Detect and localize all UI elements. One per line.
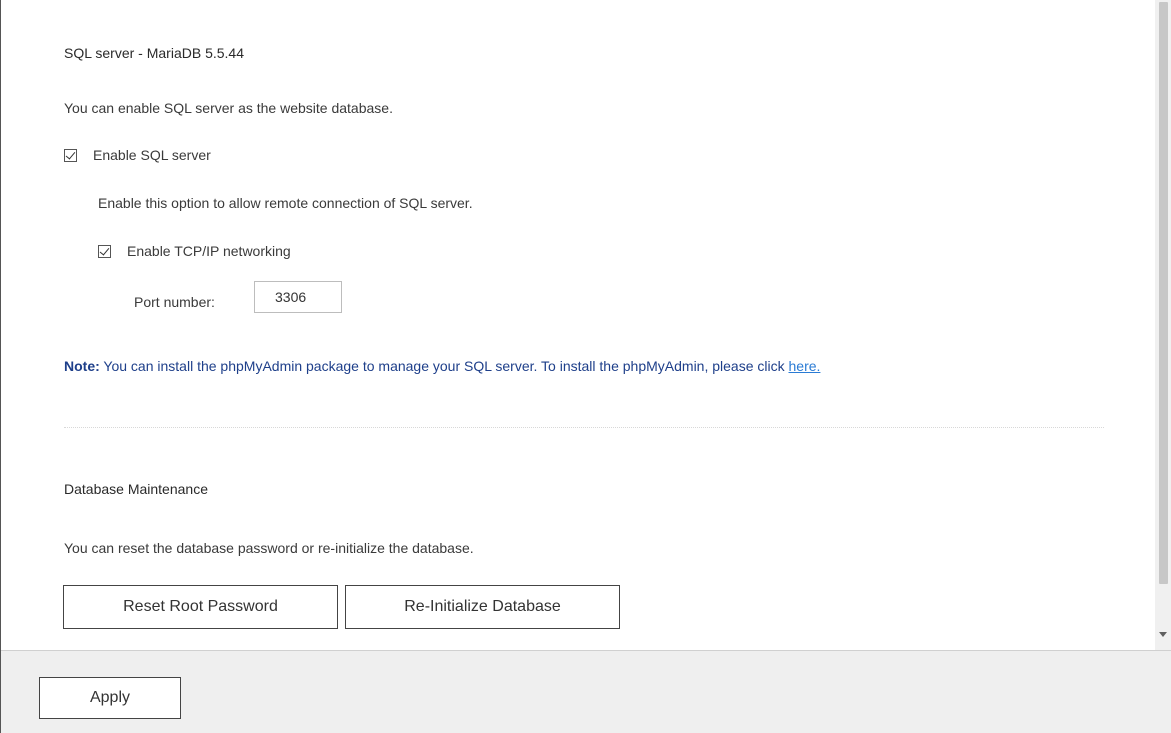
apply-button[interactable]: Apply xyxy=(39,677,181,719)
settings-content: SQL server - MariaDB 5.5.44 You can enab… xyxy=(2,0,1154,650)
scrollbar-thumb[interactable] xyxy=(1159,2,1168,584)
section-divider xyxy=(64,427,1104,428)
port-number-input[interactable] xyxy=(254,281,342,313)
enable-sql-server-checkbox[interactable] xyxy=(64,148,77,162)
settings-window: SQL server - MariaDB 5.5.44 You can enab… xyxy=(0,0,1171,733)
database-maintenance-title: Database Maintenance xyxy=(64,481,208,497)
sql-server-description: You can enable SQL server as the website… xyxy=(64,100,393,116)
note-text: You can install the phpMyAdmin package t… xyxy=(99,358,789,374)
phpmyadmin-note: Note: You can install the phpMyAdmin pac… xyxy=(64,358,820,374)
enable-sql-server-label[interactable]: Enable SQL server xyxy=(93,147,211,163)
note-prefix: Note: xyxy=(64,358,100,374)
reset-root-password-button[interactable]: Reset Root Password xyxy=(63,585,338,629)
reinitialize-database-button[interactable]: Re-Initialize Database xyxy=(345,585,620,629)
port-number-label: Port number: xyxy=(134,294,215,310)
database-maintenance-description: You can reset the database password or r… xyxy=(64,540,474,556)
vertical-scrollbar[interactable] xyxy=(1155,0,1171,650)
remote-connection-description: Enable this option to allow remote conne… xyxy=(98,195,473,211)
phpmyadmin-install-link[interactable]: here. xyxy=(789,358,821,374)
chevron-down-icon[interactable] xyxy=(1159,632,1167,637)
sql-server-title: SQL server - MariaDB 5.5.44 xyxy=(64,45,244,61)
enable-tcpip-checkbox[interactable] xyxy=(98,244,111,258)
enable-sql-server-row[interactable]: Enable SQL server xyxy=(64,147,211,163)
footer-bar: Apply xyxy=(1,650,1171,733)
enable-tcpip-row[interactable]: Enable TCP/IP networking xyxy=(98,243,291,259)
enable-tcpip-label[interactable]: Enable TCP/IP networking xyxy=(127,243,291,259)
